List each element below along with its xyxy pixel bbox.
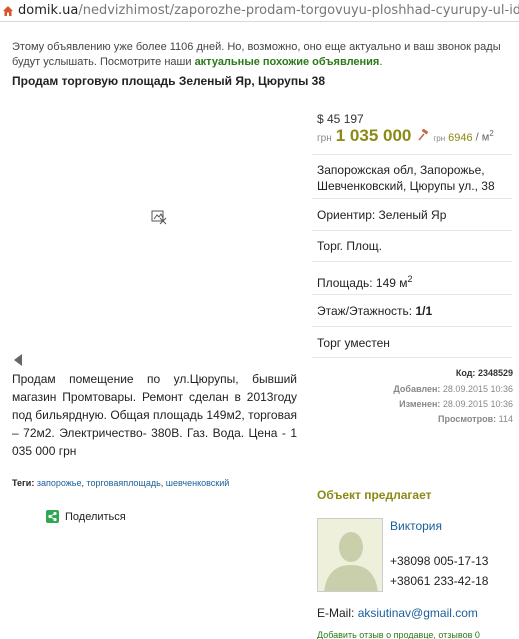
seller-heading: Объект предлагает	[317, 488, 432, 502]
tag-link[interactable]: шевченковский	[166, 478, 229, 488]
uah-currency: грн	[317, 133, 332, 144]
seller-phone-2[interactable]: +38061 233-42-18	[390, 574, 488, 588]
add-review-link[interactable]: Добавить отзыв о продавце, отзывов 0	[317, 630, 480, 639]
domik-house-icon	[2, 5, 14, 17]
changed-date: Изменен: 28.09.2015 10:36	[317, 397, 513, 411]
floor-label: Этаж/Этажность:	[317, 304, 413, 318]
landmark: Ориентир: Зеленый Яр	[317, 208, 447, 222]
share-label: Поделиться	[65, 510, 126, 523]
added-value: 28.09.2015 10:36	[442, 384, 513, 394]
user-silhouette-icon	[317, 518, 383, 592]
divider	[312, 230, 512, 231]
divider	[312, 261, 512, 262]
url-path: /nedvizhimost/zaporozhe-prodam-torgovuyu…	[78, 3, 519, 18]
address-bar[interactable]: domik.ua/nedvizhimost/zaporozhe-prodam-t…	[0, 0, 519, 22]
listing-description: Продам помещение по ул.Цюрупы, бывший ма…	[12, 372, 297, 458]
area-label: Площадь:	[317, 276, 373, 290]
tags-label: Теги:	[12, 478, 35, 488]
price-per-sqm: 6946	[448, 132, 473, 144]
area-sup: 2	[407, 274, 413, 284]
divider	[312, 154, 512, 155]
property-type: Торг. Площ.	[317, 239, 382, 253]
added-date: Добавлен: 28.09.2015 10:36	[317, 382, 513, 396]
views-count: Просмотров: 114	[317, 412, 513, 426]
views-label: Просмотров:	[438, 414, 497, 424]
tag-link[interactable]: запорожье	[37, 478, 82, 488]
divider	[312, 198, 512, 199]
seller-email: E-Mail: aksiutinav@gmail.com	[317, 606, 478, 620]
url-domain: domik.ua	[18, 3, 79, 18]
per-sqm-unit-text: / м	[475, 132, 490, 144]
price-uah-value: 1 035 000	[335, 126, 412, 145]
tags: Теги: запорожье, торговаяплощадь, шевчен…	[12, 478, 229, 488]
share-icon	[46, 510, 59, 523]
price-uah: грн 1 035 000 грн 6946 / м2	[317, 126, 494, 146]
hammer-icon	[417, 128, 429, 141]
broken-image-icon	[151, 209, 167, 225]
email-label: E-Mail:	[317, 606, 355, 620]
old-listing-notice: Этому объявлению уже более 1106 дней. Но…	[12, 40, 512, 70]
added-label: Добавлен:	[393, 384, 441, 394]
per-sqm-unit: / м2	[476, 129, 494, 144]
code-label: Код:	[455, 368, 476, 378]
divider	[312, 357, 512, 358]
seller-name[interactable]: Виктория	[390, 519, 442, 533]
notice-end: .	[379, 56, 383, 68]
email-link[interactable]: aksiutinav@gmail.com	[358, 606, 478, 620]
listing-title: Продам торговую площадь Зеленый Яр, Цюру…	[12, 74, 326, 88]
address: Запорожская обл, Запорожье, Шевченковски…	[317, 163, 495, 193]
listing-code: Код: 2348529	[317, 366, 513, 380]
views-value: 114	[498, 414, 513, 424]
seller-phone-1[interactable]: +38098 005-17-13	[390, 554, 488, 568]
divider	[312, 294, 512, 295]
bargain: Торг уместен	[317, 336, 390, 350]
area-value: 149 м	[375, 276, 408, 290]
area: Площадь: 149 м2	[317, 271, 513, 291]
per-sqm-currency: грн	[433, 134, 446, 143]
changed-label: Изменен:	[399, 399, 441, 409]
price-usd: $ 45 197	[317, 112, 364, 126]
share-button[interactable]: Поделиться	[46, 510, 126, 523]
tag-link[interactable]: торговаяплощадь	[87, 478, 161, 488]
code-value: 2348529	[477, 368, 513, 378]
divider	[312, 326, 512, 327]
arrow-left-icon[interactable]	[14, 354, 22, 366]
changed-value: 28.09.2015 10:36	[442, 399, 513, 409]
floor-value: 1/1	[415, 304, 433, 318]
per-sqm-unit-sup: 2	[489, 129, 494, 139]
similar-listings-link[interactable]: актуальные похожие объявления	[195, 56, 380, 68]
floor: Этаж/Этажность: 1/1	[317, 303, 513, 319]
